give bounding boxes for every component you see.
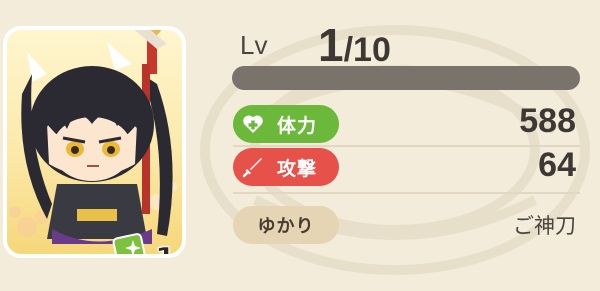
level-slash: / [343,31,354,69]
level-max: 10 [353,31,391,69]
hp-pill: 体力 [233,105,339,143]
yukari-value: ご神刀 [513,214,576,238]
row-divider [233,145,580,147]
sword-icon [242,158,262,178]
yukari-label: ゆかり [257,216,315,237]
card-count: 1 [155,242,177,255]
level-label: Lv [240,30,268,60]
level-current: 1 [318,19,344,71]
sparkle-card-icon [112,233,146,254]
attack-pill: 攻撃 [233,148,339,186]
hp-value: 588 [519,102,576,140]
attack-label: 攻撃 [277,157,318,180]
exp-bar [232,66,580,90]
heart-plus-icon [243,115,263,133]
level-value: 1/10 [318,18,391,72]
row-divider [233,192,580,194]
character-card[interactable]: 1 [3,26,186,258]
attack-value: 64 [538,146,576,184]
yukari-pill: ゆかり [233,206,339,244]
hp-label: 体力 [277,114,318,137]
character-portrait [21,30,173,244]
